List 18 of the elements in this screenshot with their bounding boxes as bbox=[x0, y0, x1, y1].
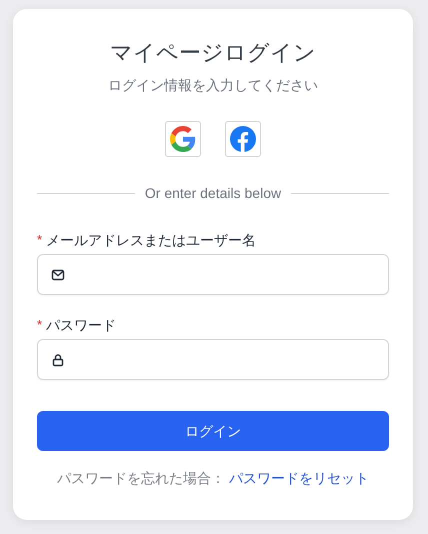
field-label: メールアドレスまたはユーザー名 bbox=[46, 231, 256, 250]
required-marker: * bbox=[37, 316, 42, 334]
g-logo-icon bbox=[170, 126, 196, 152]
login-subtitle: ログイン情報を入力してください bbox=[107, 76, 319, 95]
lock-icon bbox=[51, 352, 65, 366]
social-login-button[interactable] bbox=[225, 121, 261, 157]
required-marker: * bbox=[37, 231, 42, 249]
social-login-button[interactable] bbox=[165, 121, 201, 157]
email-field[interactable] bbox=[37, 254, 389, 295]
reset-password-link[interactable]: パスワードをリセット bbox=[229, 468, 369, 489]
envelope-icon bbox=[51, 268, 65, 282]
password-field[interactable] bbox=[37, 339, 389, 380]
login-title: マイページログイン bbox=[109, 39, 317, 67]
divider-text: Or enter details below bbox=[144, 184, 282, 203]
forgot-password-text: パスワードを忘れた場合： bbox=[57, 469, 225, 488]
field-label: パスワード bbox=[46, 316, 116, 335]
login-button[interactable]: ログイン bbox=[37, 411, 389, 451]
f-logo-icon bbox=[230, 126, 256, 152]
